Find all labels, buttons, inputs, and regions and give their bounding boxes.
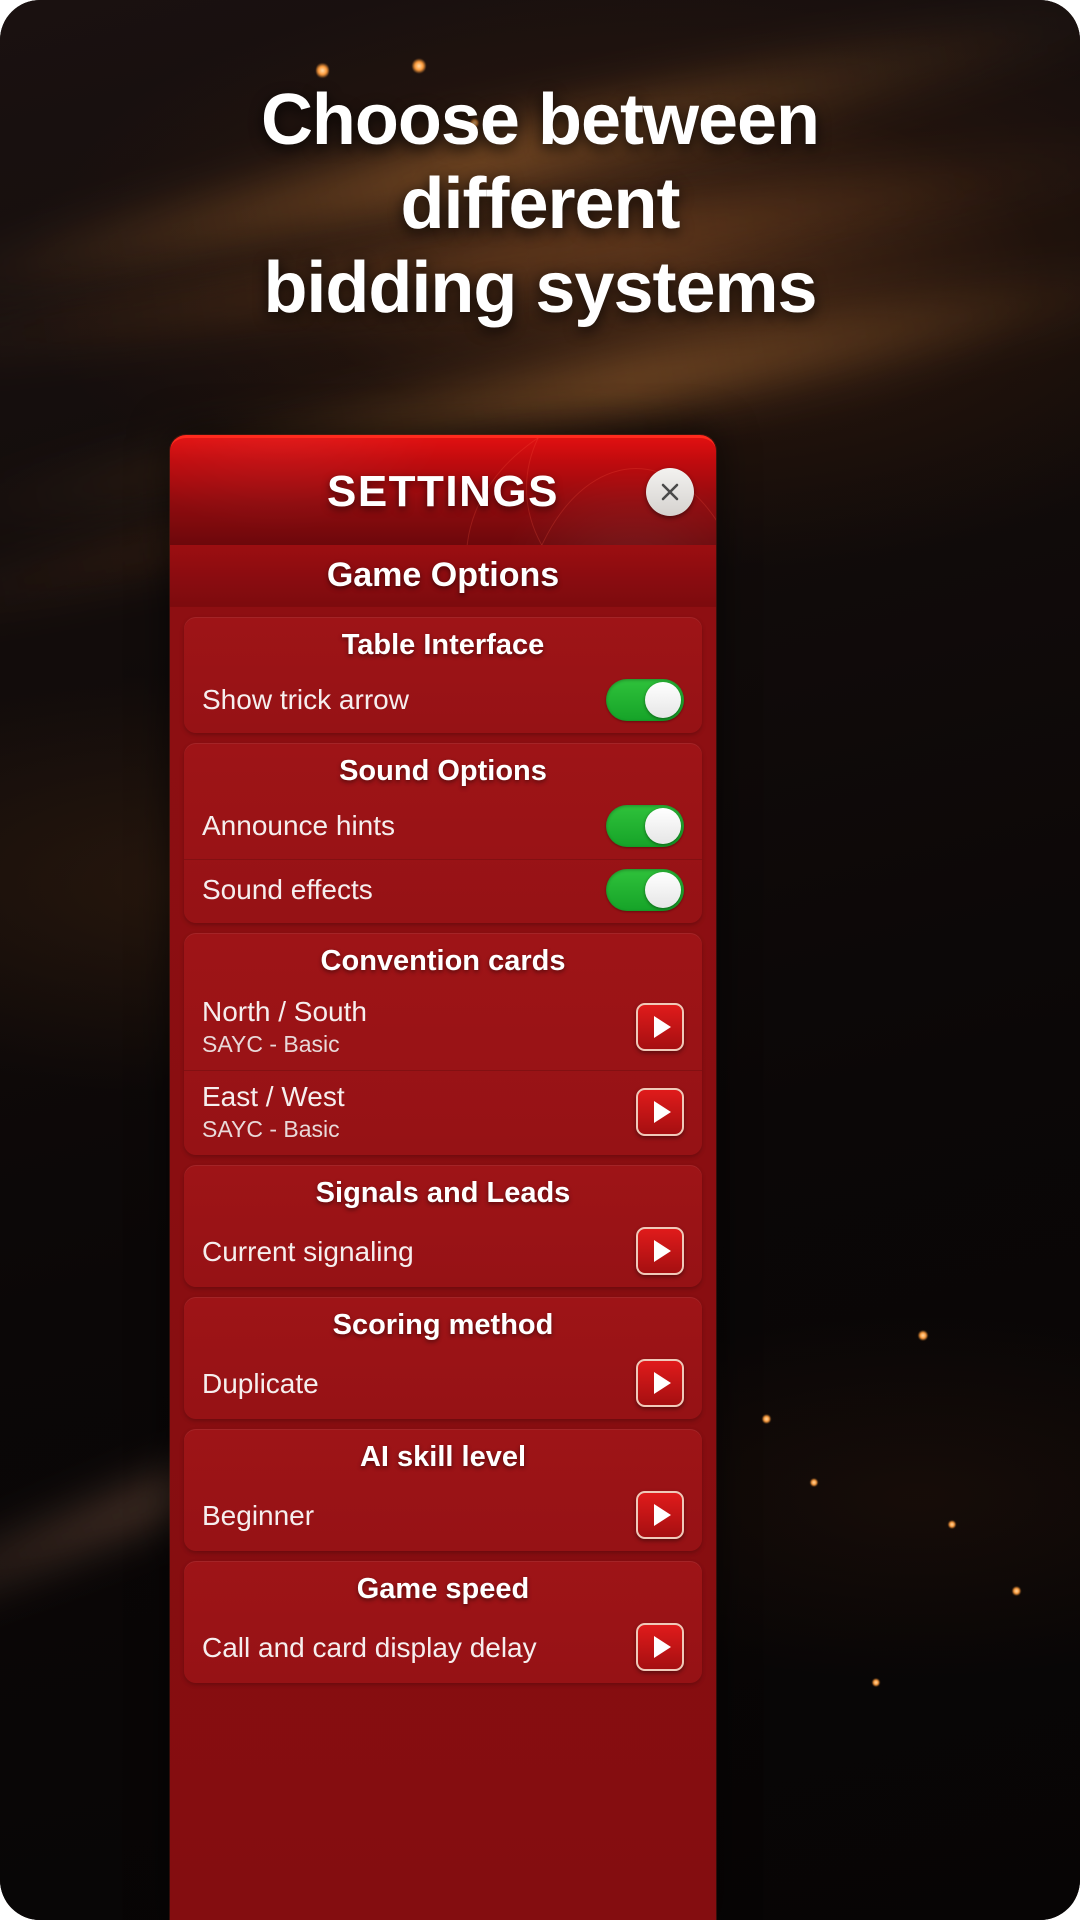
play-arrow-icon[interactable] (636, 1359, 684, 1408)
settings-group-title: Game speed (356, 1573, 530, 1606)
triangle-glyph (653, 1504, 671, 1527)
settings-row[interactable]: Call and card display delay (184, 1614, 702, 1683)
settings-row-texts: Sound effects (202, 873, 373, 907)
settings-row-texts: Show trick arrow (202, 683, 409, 717)
settings-group-title: Convention cards (320, 945, 566, 977)
settings-group: Game speed Call and card display delay (184, 1561, 702, 1684)
section-header: Game Options (170, 545, 716, 607)
toggle-knob (645, 682, 681, 718)
settings-row-label: Beginner (202, 1499, 315, 1531)
toggle-knob (645, 808, 681, 844)
toggle-switch[interactable] (606, 869, 684, 911)
settings-row-label: Show trick arrow (202, 684, 409, 716)
triangle-glyph (653, 1015, 671, 1038)
play-arrow-icon[interactable] (636, 1087, 684, 1136)
play-arrow-icon[interactable] (636, 1227, 684, 1276)
settings-group: Table Interface Show trick arrow (184, 617, 702, 733)
settings-row-texts: Duplicate (202, 1367, 319, 1401)
settings-row[interactable]: Sound effects (184, 859, 702, 923)
settings-group-title: Scoring method (332, 1309, 554, 1342)
settings-row-texts: Announce hints (202, 809, 395, 843)
settings-group-title: AI skill level (359, 1441, 527, 1474)
settings-row-label: North / South (202, 996, 367, 1027)
settings-row[interactable]: Duplicate (184, 1350, 702, 1419)
settings-row-label: Duplicate (202, 1367, 319, 1399)
settings-row-value: SAYC - Basic (202, 1030, 340, 1057)
page-title: Choose between different bidding systems (0, 78, 1080, 331)
settings-row-texts: East / West SAYC - Basic (202, 1080, 345, 1143)
settings-row[interactable]: East / West SAYC - Basic (184, 1070, 702, 1155)
settings-row[interactable]: Show trick arrow (184, 670, 702, 733)
settings-row-label: Current signaling (202, 1235, 414, 1267)
settings-group: AI skill level Beginner (184, 1429, 702, 1552)
close-icon (661, 483, 679, 500)
settings-row-value: SAYC - Basic (202, 1115, 340, 1142)
toggle-switch[interactable] (606, 805, 684, 847)
settings-row[interactable]: Announce hints (184, 796, 702, 859)
close-button[interactable] (646, 467, 694, 516)
section-title: Game Options (326, 556, 560, 594)
headline-line-1: Choose between (260, 80, 820, 160)
triangle-glyph (653, 1100, 671, 1123)
settings-group: Sound Options Announce hints Sound effects (184, 743, 702, 923)
settings-panel: SETTINGS Game Options Table Interface Sho… (170, 435, 716, 1920)
settings-group-title: Signals and Leads (315, 1177, 571, 1210)
settings-row-label: Announce hints (202, 810, 396, 842)
triangle-glyph (653, 1372, 671, 1395)
headline-line-3: bidding systems (263, 248, 817, 329)
triangle-glyph (653, 1636, 671, 1659)
settings-group: Signals and Leads Current signaling (184, 1165, 702, 1288)
settings-group-title: Sound Options (339, 755, 547, 787)
play-arrow-icon[interactable] (636, 1002, 684, 1051)
settings-row-texts: Beginner (202, 1499, 314, 1533)
settings-row-texts: Current signaling (202, 1235, 414, 1269)
toggle-switch[interactable] (606, 679, 684, 721)
settings-row[interactable]: Beginner (184, 1482, 702, 1551)
settings-list[interactable]: Table Interface Show trick arrow Sound Opt… (170, 607, 716, 1920)
triangle-glyph (653, 1240, 671, 1263)
settings-title: SETTINGS (326, 466, 560, 516)
settings-row-label: Sound effects (202, 874, 373, 906)
settings-row[interactable]: North / South SAYC - Basic (184, 986, 702, 1070)
app-store-screenshot: Choose between different bidding systems… (0, 0, 1080, 1920)
settings-header: SETTINGS (170, 435, 716, 545)
headline-line-2: different (400, 164, 681, 245)
settings-row[interactable]: Current signaling (184, 1218, 702, 1287)
settings-group: Scoring method Duplicate (184, 1297, 702, 1420)
settings-row-texts: North / South SAYC - Basic (202, 995, 367, 1058)
settings-group-title: Table Interface (341, 629, 545, 661)
play-arrow-icon[interactable] (636, 1623, 684, 1672)
settings-row-label: East / West (202, 1081, 345, 1113)
toggle-knob (645, 872, 681, 908)
play-arrow-icon[interactable] (636, 1491, 684, 1540)
settings-row-label: Call and card display delay (202, 1631, 537, 1663)
settings-group: Convention cards North / South SAYC - Basi… (184, 933, 702, 1156)
settings-row-texts: Call and card display delay (202, 1631, 537, 1665)
